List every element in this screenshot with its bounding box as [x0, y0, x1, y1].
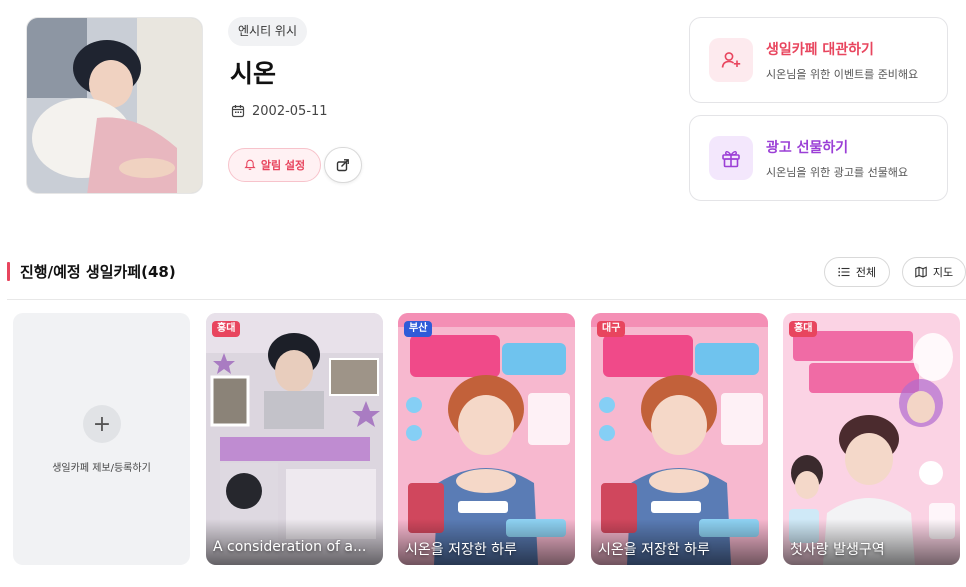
cafe-title: 시온을 저장한 하루 [598, 542, 710, 558]
region-badge: 홍대 [789, 321, 818, 337]
section-divider [7, 299, 966, 300]
cafe-rental-title: 생일카페 대관하기 [766, 42, 874, 58]
share-icon [336, 159, 349, 172]
cafe-card[interactable]: 홍대 A consideration of a... [206, 313, 383, 565]
plus-icon: + [83, 405, 121, 443]
map-icon [915, 266, 927, 278]
alarm-label: 알림 설정 [260, 159, 306, 172]
section-title: 진행/예정 생일카페(48) [20, 263, 176, 281]
region-badge: 홍대 [212, 321, 241, 337]
section-accent-bar [7, 262, 10, 281]
gift-icon [709, 136, 753, 180]
register-cafe-label: 생일카페 제보/등록하기 [52, 463, 151, 474]
cafe-title: A consideration of a... [213, 539, 367, 555]
list-icon [838, 267, 850, 277]
cafe-rental-subtitle: 시온님을 위한 이벤트를 준비해요 [766, 68, 919, 81]
map-view-button[interactable]: 지도 [902, 257, 966, 287]
ad-gift-title: 광고 선물하기 [766, 140, 849, 156]
birthday-row: 2002-05-11 [231, 102, 328, 120]
filter-all-label: 전체 [855, 266, 877, 279]
share-button[interactable] [324, 147, 362, 183]
cafe-title: 시온을 저장한 하루 [405, 542, 517, 558]
cafe-title: 첫사랑 발생구역 [790, 542, 885, 558]
alarm-setting-button[interactable]: 알림 설정 [228, 148, 321, 182]
bell-icon [244, 159, 256, 171]
cafe-card[interactable]: 대구 시온을 저장한 하루 [591, 313, 768, 565]
cafe-card[interactable]: 홍대 첫사랑 발생구역 [783, 313, 960, 565]
map-view-label: 지도 [932, 266, 954, 279]
cafe-card[interactable]: 부산 시온을 저장한 하루 [398, 313, 575, 565]
filter-all-button[interactable]: 전체 [824, 257, 890, 287]
calendar-icon [231, 105, 245, 118]
artist-photo [26, 17, 203, 194]
birthday-date: 2002-05-11 [252, 103, 328, 119]
ad-gift-card[interactable]: 광고 선물하기 시온님을 위한 광고를 선물해요 [689, 115, 948, 201]
region-badge: 대구 [597, 321, 626, 337]
register-cafe-card[interactable]: + 생일카페 제보/등록하기 [13, 313, 190, 565]
region-badge: 부산 [404, 321, 433, 337]
group-badge[interactable]: 엔시티 위시 [228, 17, 308, 46]
artist-name: 시온 [230, 59, 277, 88]
cafe-rental-card[interactable]: 생일카페 대관하기 시온님을 위한 이벤트를 준비해요 [689, 17, 948, 103]
user-plus-icon [709, 38, 753, 82]
ad-gift-subtitle: 시온님을 위한 광고를 선물해요 [766, 166, 909, 179]
